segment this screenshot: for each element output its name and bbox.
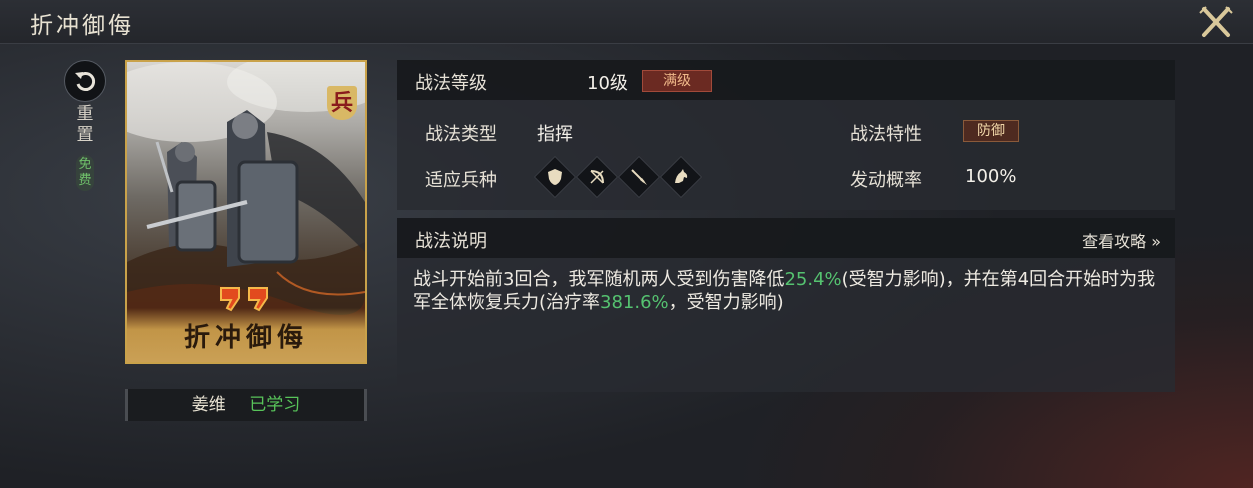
troops-label: 适应兵种 xyxy=(425,170,497,191)
description-header: 战法说明 查看攻略 » xyxy=(397,218,1175,258)
troop-shield xyxy=(533,155,577,199)
description-part-3: ，受智力影响) xyxy=(668,292,784,313)
close-icon xyxy=(1199,6,1233,37)
horse-icon xyxy=(675,169,688,183)
chance-value: 100% xyxy=(965,166,1017,187)
free-badge: 免费 xyxy=(76,155,94,191)
page-title: 折冲御侮 xyxy=(30,13,134,39)
level-row: 战法等级 10级 满级 xyxy=(397,60,1175,100)
description-title: 战法说明 xyxy=(415,231,487,252)
type-label: 战法类型 xyxy=(425,124,497,145)
trait-badge: 防御 xyxy=(963,120,1019,142)
reset-label: 重置 xyxy=(76,104,94,145)
max-level-badge: 满级 xyxy=(642,70,712,92)
type-value: 指挥 xyxy=(537,124,573,145)
bow-icon xyxy=(590,170,604,184)
tactic-card: 兵 折冲御侮 xyxy=(125,60,367,364)
troop-bow xyxy=(575,155,619,199)
troop-cavalry xyxy=(659,155,703,199)
damage-reduction-value: 25.4% xyxy=(784,269,842,290)
card-name: 折冲御侮 xyxy=(183,323,308,353)
owner-name: 姜维 xyxy=(191,395,226,415)
card-type-badge: 兵 xyxy=(327,86,357,120)
description-panel: 战法说明 查看攻略 » 战斗开始前3回合，我军随机两人受到伤害降低25.4%(受… xyxy=(397,218,1175,392)
reset-button[interactable] xyxy=(64,60,106,102)
title-bar: 折冲御侮 xyxy=(0,0,1253,44)
level-value: 10级 xyxy=(587,73,628,94)
trait-label: 战法特性 xyxy=(850,124,922,145)
view-guide-link[interactable]: 查看攻略 » xyxy=(1082,228,1161,252)
close-button[interactable] xyxy=(1198,5,1234,39)
level-label: 战法等级 xyxy=(415,73,487,94)
troop-spear xyxy=(617,155,661,199)
reset-icon xyxy=(75,72,96,91)
owner-bar: 姜维 已学习 xyxy=(125,389,367,421)
learned-status: 已学习 xyxy=(249,395,301,415)
description-text: 战斗开始前3回合，我军随机两人受到伤害降低25.4%(受智力影响)，并在第4回合… xyxy=(413,268,1165,314)
description-part-1: 战斗开始前3回合，我军随机两人受到伤害降低 xyxy=(413,269,785,290)
shield-icon xyxy=(548,169,562,185)
heal-rate-value: 381.6% xyxy=(600,292,669,313)
chance-label: 发动概率 xyxy=(850,170,922,191)
spear-icon xyxy=(631,169,647,185)
tactic-info-panel: 战法等级 10级 满级 战法类型 指挥 战法特性 防御 适应兵种 发动概率 10… xyxy=(397,60,1175,210)
